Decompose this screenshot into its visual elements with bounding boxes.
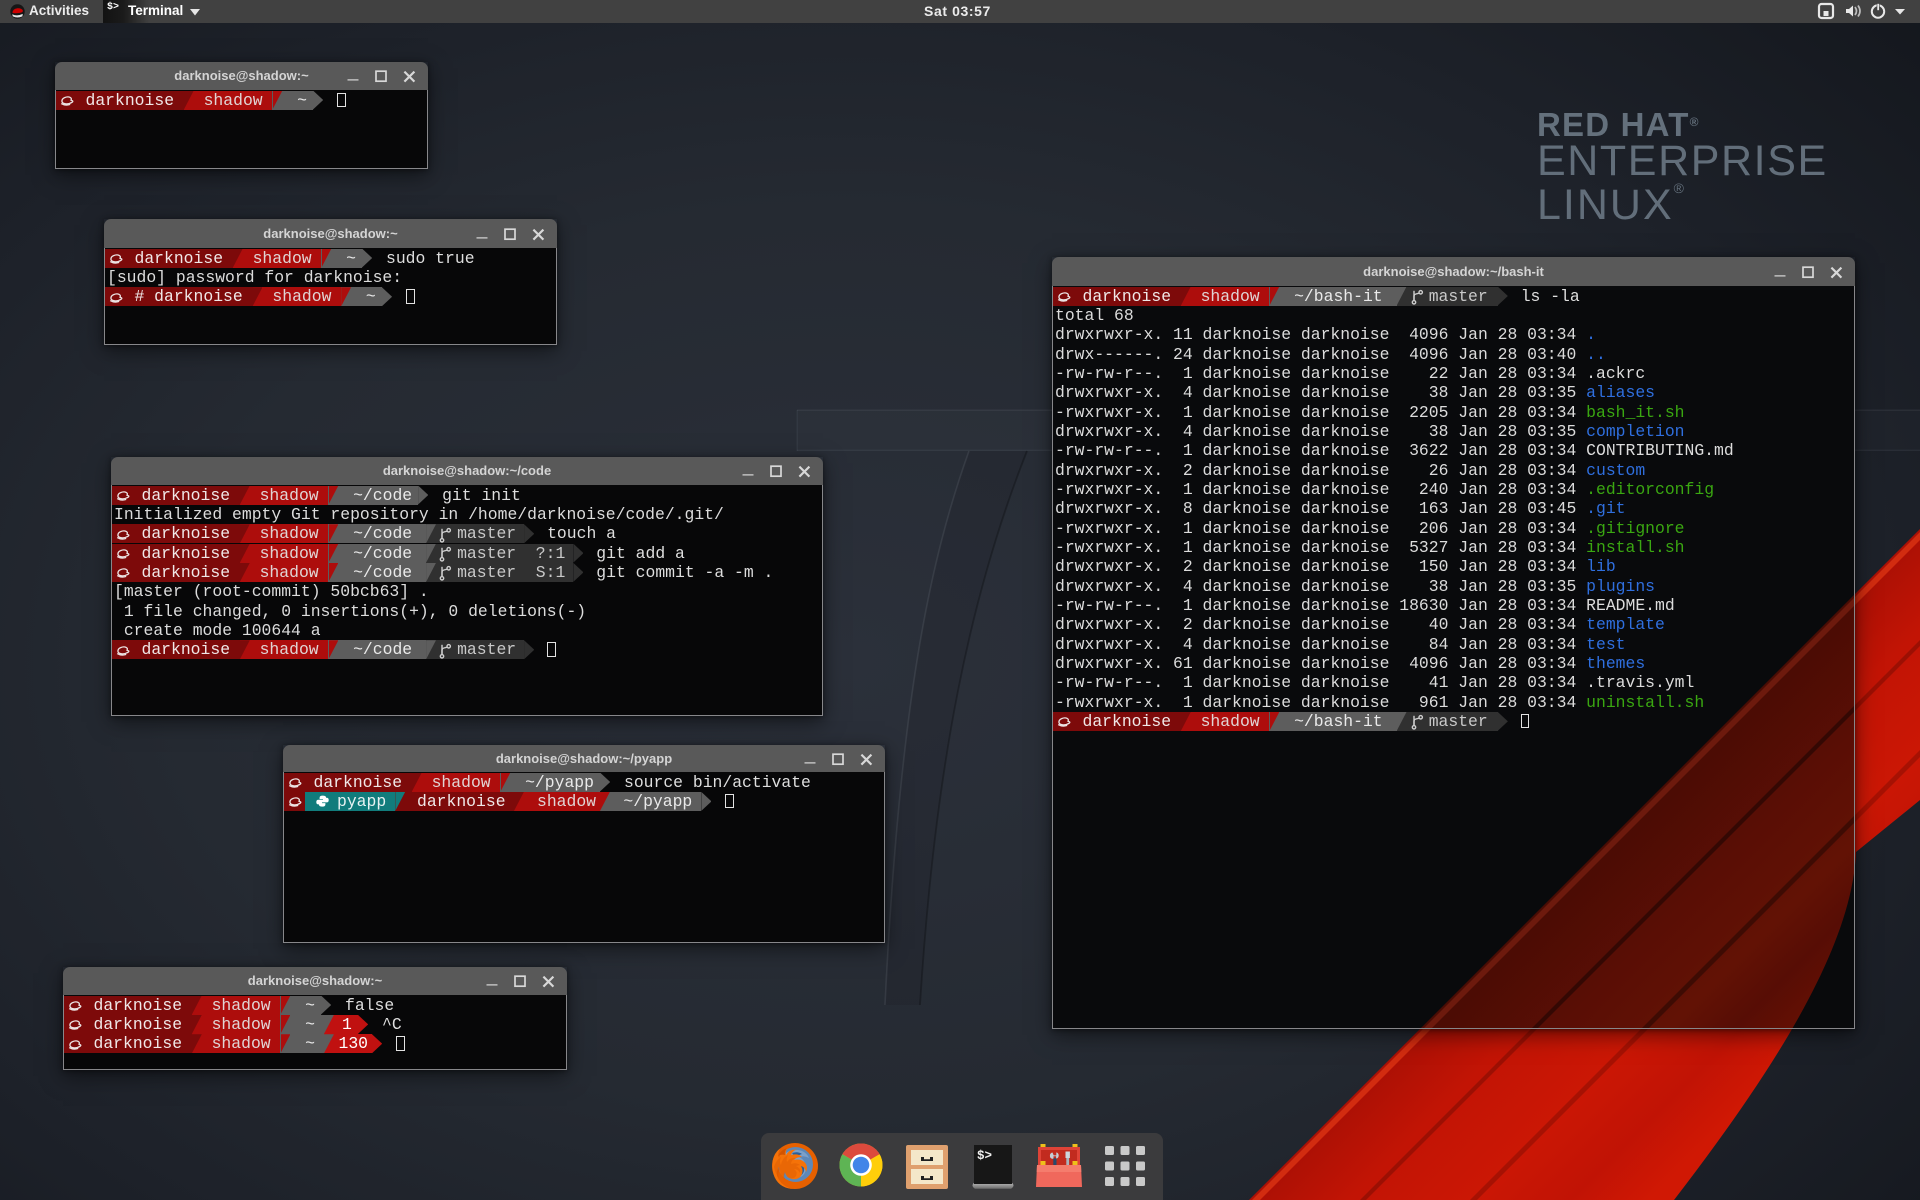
svg-text:$>: $> [977, 1149, 992, 1163]
